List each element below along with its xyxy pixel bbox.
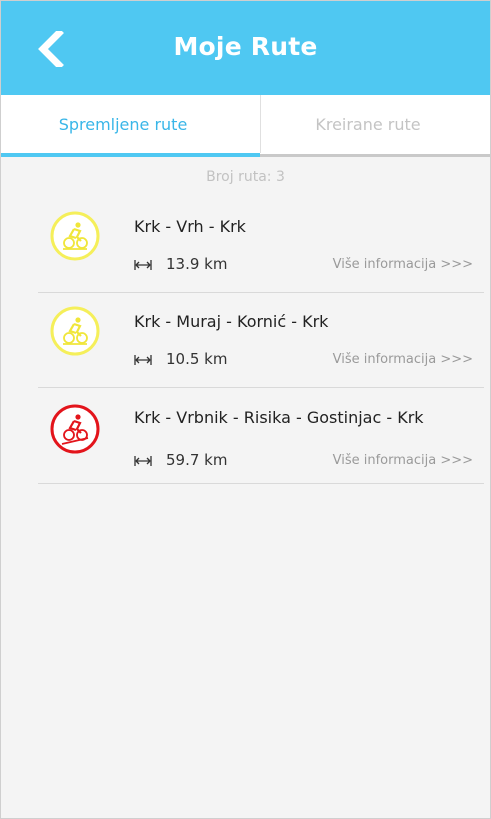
route-item[interactable]: Krk - Vrh - Krk 13.9 km Više informacija… (38, 197, 484, 293)
cyclist-icon (50, 306, 100, 356)
route-name: Krk - Muraj - Kornić - Krk (134, 312, 329, 331)
divider (38, 483, 484, 484)
top-bar: Moje Rute (1, 1, 490, 95)
active-tab-indicator (1, 153, 260, 157)
route-item[interactable]: Krk - Vrbnik - Risika - Gostinjac - Krk … (38, 388, 484, 484)
route-item[interactable]: Krk - Muraj - Kornić - Krk 10.5 km Više … (38, 293, 484, 388)
tab-created-routes[interactable]: Kreirane rute (246, 95, 490, 157)
route-name: Krk - Vrbnik - Risika - Gostinjac - Krk (134, 408, 424, 427)
route-distance: 13.9 km (166, 255, 228, 273)
page-title: Moje Rute (173, 32, 318, 61)
route-name: Krk - Vrh - Krk (134, 217, 246, 236)
distance-icon (134, 260, 152, 270)
route-distance: 10.5 km (166, 350, 228, 368)
more-info-link[interactable]: Više informacija >>> (333, 352, 473, 367)
tab-bar: Spremljene rute Kreirane rute (1, 95, 490, 157)
tab-saved-routes[interactable]: Spremljene rute (1, 95, 245, 157)
app-screen: Moje Rute Spremljene rute Kreirane rute … (0, 0, 491, 819)
route-distance: 59.7 km (166, 451, 228, 469)
more-info-link[interactable]: Više informacija >>> (333, 453, 473, 468)
route-count: Broj ruta: 3 (206, 169, 285, 185)
distance-icon (134, 355, 152, 365)
cyclist-uphill-icon (50, 404, 100, 454)
distance-icon (134, 456, 152, 466)
inactive-tab-indicator (260, 154, 490, 157)
more-info-link[interactable]: Više informacija >>> (333, 257, 473, 272)
cyclist-icon (50, 211, 100, 261)
